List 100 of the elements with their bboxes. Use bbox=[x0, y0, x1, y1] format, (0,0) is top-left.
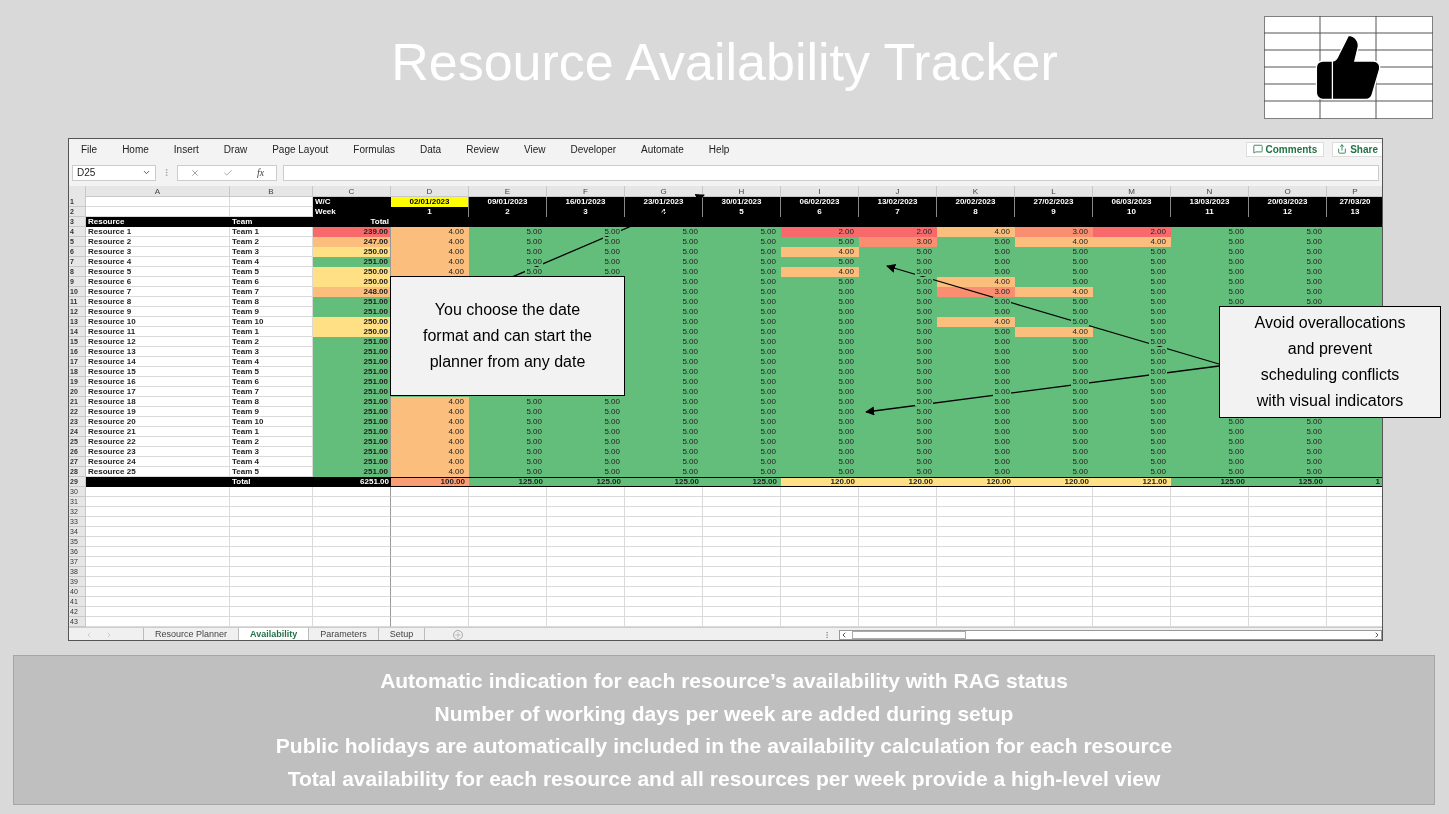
table-cell: 5.00 bbox=[703, 417, 781, 427]
table-cell: 5.00 bbox=[625, 277, 703, 287]
table-cell: 5.00 bbox=[781, 317, 859, 327]
table-cell: 5.00 bbox=[937, 337, 1015, 347]
menu-item[interactable]: Home bbox=[122, 141, 149, 157]
table-cell: 5.00 bbox=[1093, 317, 1171, 327]
table-cell: Week bbox=[313, 207, 391, 217]
column-header[interactable]: J bbox=[859, 186, 937, 197]
scrollbar-thumb[interactable] bbox=[852, 631, 967, 639]
menu-item[interactable]: File bbox=[81, 141, 98, 157]
table-cell: 5.00 bbox=[469, 397, 547, 407]
table-cell: Resource 5 bbox=[86, 267, 230, 277]
menu-item[interactable]: Developer bbox=[570, 141, 617, 157]
table-cell: 5.00 bbox=[547, 237, 625, 247]
column-header[interactable]: F bbox=[547, 186, 625, 197]
check-icon[interactable] bbox=[223, 167, 234, 178]
table-cell: 125.00 bbox=[1249, 477, 1327, 487]
menu-item[interactable]: Data bbox=[420, 141, 442, 157]
cancel-icon[interactable] bbox=[189, 167, 200, 178]
table-cell: 5.00 bbox=[781, 237, 859, 247]
table-cell: 5.00 bbox=[1249, 257, 1327, 267]
table-cell: 5.00 bbox=[547, 447, 625, 457]
column-header[interactable]: H bbox=[703, 186, 781, 197]
menu-item[interactable]: Page Layout bbox=[272, 141, 329, 157]
table-cell: 5.00 bbox=[1015, 347, 1093, 357]
column-header[interactable]: G bbox=[625, 186, 703, 197]
more-icon bbox=[162, 168, 171, 177]
column-heading: Total bbox=[313, 217, 391, 227]
name-box[interactable]: D25 bbox=[72, 164, 156, 181]
menu-item[interactable]: Draw bbox=[223, 141, 248, 157]
horizontal-scrollbar[interactable] bbox=[839, 630, 1382, 640]
select-all-corner[interactable] bbox=[69, 186, 86, 197]
menu-item[interactable]: Review bbox=[466, 141, 499, 157]
share-button[interactable]: Share bbox=[1332, 141, 1382, 157]
table-cell: 5.00 bbox=[937, 427, 1015, 437]
table-cell: 5.00 bbox=[547, 397, 625, 407]
table-cell: 4.00 bbox=[781, 247, 859, 257]
column-header[interactable]: K bbox=[937, 186, 1015, 197]
table-cell: 5.00 bbox=[1015, 397, 1093, 407]
table-cell: 5.00 bbox=[1171, 457, 1249, 467]
table-cell: 5.00 bbox=[1093, 357, 1171, 367]
sheet-tab[interactable]: Availability bbox=[239, 628, 310, 640]
column-header[interactable]: N bbox=[1171, 186, 1249, 197]
column-header[interactable]: P bbox=[1327, 186, 1382, 197]
table-cell: 5.00 bbox=[859, 387, 937, 397]
table-cell: 5.00 bbox=[859, 307, 937, 317]
table-cell: 5.00 bbox=[1015, 297, 1093, 307]
table-cell: 5.00 bbox=[781, 357, 859, 367]
table-cell: 5.00 bbox=[937, 347, 1015, 357]
column-header[interactable]: A bbox=[86, 186, 230, 197]
table-cell: 5.00 bbox=[781, 427, 859, 437]
menu-item[interactable]: Automate bbox=[641, 141, 684, 157]
table-cell: 4.00 bbox=[391, 467, 469, 477]
table-cell: 5.00 bbox=[1093, 297, 1171, 307]
table-cell: Resource 12 bbox=[86, 337, 230, 347]
column-header[interactable]: D bbox=[391, 186, 469, 197]
callout-box: Avoid overallocations and prevent scheduling conflicts with visual indicators bbox=[1219, 306, 1441, 418]
table-cell: 5.00 bbox=[1015, 267, 1093, 277]
column-header[interactable]: E bbox=[469, 186, 547, 197]
column-header[interactable]: I bbox=[781, 186, 859, 197]
sheet-tab[interactable]: Parameters bbox=[309, 628, 379, 640]
menu-item[interactable]: Help bbox=[708, 141, 730, 157]
menu-item[interactable]: Insert bbox=[173, 141, 199, 157]
feature-text: Total availability for each resource and all resources per week provide a high-level view bbox=[287, 765, 1161, 792]
table-cell: 5.00 bbox=[625, 407, 703, 417]
table-cell: 5.00 bbox=[1093, 337, 1171, 347]
column-header[interactable]: B bbox=[230, 186, 313, 197]
table-cell: 5.00 bbox=[1015, 417, 1093, 427]
table-cell: 2.00 bbox=[781, 227, 859, 237]
week-cell: 5 bbox=[703, 207, 781, 217]
table-cell: 5.00 bbox=[1093, 307, 1171, 317]
add-sheet-icon[interactable] bbox=[453, 630, 464, 640]
table-cell: 2.00 bbox=[859, 227, 937, 237]
column-header[interactable]: M bbox=[1093, 186, 1171, 197]
table-cell: 5.00 bbox=[1015, 317, 1093, 327]
table-cell: Resource 14 bbox=[86, 357, 230, 367]
table-cell: 5.00 bbox=[625, 417, 703, 427]
menu-item[interactable]: View bbox=[523, 141, 546, 157]
table-cell: 5.00 bbox=[1015, 447, 1093, 457]
table-cell: 5.00 bbox=[1093, 287, 1171, 297]
week-cell: 1 bbox=[391, 207, 469, 217]
table-cell: Resource 9 bbox=[86, 307, 230, 317]
table-cell: 5.00 bbox=[859, 407, 937, 417]
sheet-tab[interactable]: Setup bbox=[378, 628, 426, 640]
scroll-right-icon[interactable] bbox=[1373, 631, 1381, 639]
formula-input[interactable] bbox=[283, 164, 1379, 181]
column-header[interactable]: O bbox=[1249, 186, 1327, 197]
function-button[interactable]: fx bbox=[257, 165, 265, 180]
table-cell: 5.00 bbox=[1249, 287, 1327, 297]
table-cell: 5.00 bbox=[625, 267, 703, 277]
table-cell: 5.00 bbox=[703, 317, 781, 327]
table-cell: Resource 11 bbox=[86, 327, 230, 337]
table-cell: 5.00 bbox=[703, 247, 781, 257]
table-cell: 5.00 bbox=[937, 397, 1015, 407]
table-cell: 5.00 bbox=[1093, 417, 1171, 427]
comments-button[interactable]: Comments bbox=[1245, 141, 1325, 157]
column-header[interactable]: L bbox=[1015, 186, 1093, 197]
week-cell: 11 bbox=[1171, 207, 1249, 217]
column-header[interactable]: C bbox=[313, 186, 391, 197]
menu-item[interactable]: Formulas bbox=[353, 141, 396, 157]
